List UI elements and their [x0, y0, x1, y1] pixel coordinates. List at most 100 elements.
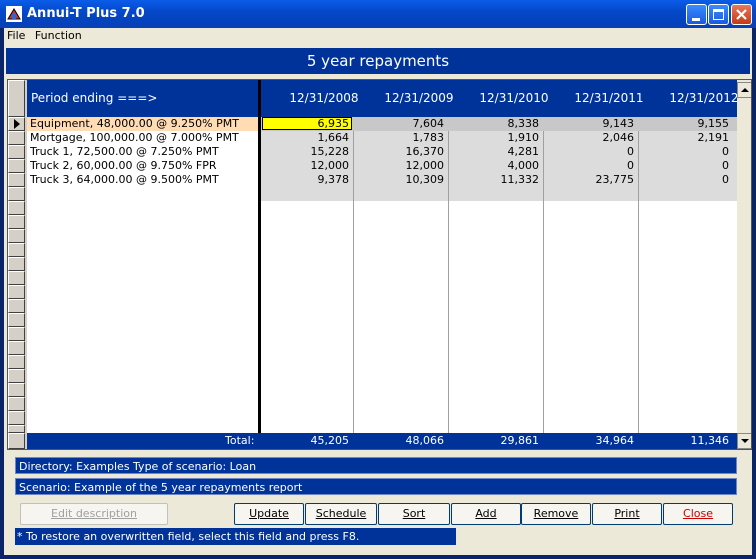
label-column-divider: [258, 80, 261, 449]
cell-value[interactable]: 11,332: [449, 173, 540, 187]
cell-value[interactable]: 1,664: [259, 131, 350, 145]
arrow-up-icon: [741, 88, 749, 92]
row-label: Truck 3, 64,000.00 @ 9.500% PMT: [30, 173, 219, 186]
row-selector[interactable]: [8, 229, 25, 243]
total-row: Total: 45,205 48,066 29,861 34,964 11,34…: [27, 433, 738, 449]
cell-value[interactable]: 1,910: [449, 131, 540, 145]
row-selector[interactable]: [8, 173, 25, 187]
minimize-icon: [692, 18, 700, 21]
menu-function[interactable]: Function: [32, 28, 85, 42]
menu-file[interactable]: File: [4, 28, 28, 42]
report-title: 5 year repayments: [6, 48, 750, 74]
column-header-date[interactable]: 12/31/2011: [563, 91, 655, 105]
total-value: 11,346: [690, 434, 730, 447]
row-selector[interactable]: [8, 369, 25, 383]
cell-value[interactable]: 4,281: [449, 145, 540, 159]
cell-value[interactable]: 12,000: [354, 159, 445, 173]
total-value: 34,964: [595, 434, 635, 447]
arrow-down-icon: [741, 439, 749, 443]
cell-value[interactable]: 7,604: [354, 117, 445, 131]
current-row-arrow-icon: [14, 119, 20, 129]
schedule-button[interactable]: Schedule: [305, 503, 377, 525]
row-selector-column: [8, 80, 27, 449]
row-selector[interactable]: [8, 397, 25, 411]
column-header-row: Period ending ===> 12/31/2008 12/31/2009…: [27, 80, 739, 117]
table-row[interactable]: Equipment, 48,000.00 @ 9.250% PMT 6,935 …: [27, 117, 738, 131]
close-icon: [736, 9, 747, 20]
cell-value[interactable]: 12,000: [259, 159, 350, 173]
row-selector[interactable]: [8, 117, 25, 131]
close-button[interactable]: Close: [663, 503, 733, 525]
cell-value[interactable]: 9,378: [259, 173, 350, 187]
directory-info-bar: Directory: Examples Type of scenario: Lo…: [15, 457, 737, 474]
row-selector[interactable]: [8, 327, 25, 341]
row-selector[interactable]: [8, 131, 25, 145]
total-value: 48,066: [405, 434, 445, 447]
cell-value[interactable]: 23,775: [544, 173, 635, 187]
scroll-down-button[interactable]: [737, 433, 751, 449]
cell-value[interactable]: 9,143: [544, 117, 635, 131]
cell-value[interactable]: 10,309: [354, 173, 445, 187]
cell-value[interactable]: 2,191: [639, 131, 730, 145]
row-selector[interactable]: [8, 187, 25, 201]
cell-value[interactable]: 0: [639, 145, 729, 159]
update-button[interactable]: Update: [234, 503, 304, 525]
cell-value[interactable]: 0: [544, 159, 634, 173]
edit-description-button[interactable]: Edit description: [20, 503, 168, 525]
cell-value[interactable]: 4,000: [449, 159, 540, 173]
total-label: Total:: [225, 434, 255, 447]
table-row[interactable]: Mortgage, 100,000.00 @ 7.000% PMT 1,664 …: [27, 131, 738, 145]
row-label: Mortgage, 100,000.00 @ 7.000% PMT: [30, 131, 239, 144]
row-selector[interactable]: [8, 271, 25, 285]
row-selector[interactable]: [8, 411, 25, 425]
cell-value[interactable]: 9,155: [639, 117, 730, 131]
cell-value[interactable]: 0: [544, 145, 634, 159]
row-label: Truck 1, 72,500.00 @ 7.250% PMT: [30, 145, 219, 158]
period-ending-label: Period ending ===>: [31, 91, 158, 105]
column-header-date[interactable]: 12/31/2008: [278, 91, 370, 105]
close-window-button[interactable]: [731, 4, 752, 25]
row-selector[interactable]: [8, 201, 25, 215]
cell-value[interactable]: 8,338: [449, 117, 540, 131]
maximize-button[interactable]: [708, 4, 729, 25]
scroll-up-button[interactable]: [737, 82, 751, 98]
table-row[interactable]: Truck 1, 72,500.00 @ 7.250% PMT 15,228 1…: [27, 145, 738, 159]
cell-value[interactable]: 0: [639, 173, 729, 187]
cell-value[interactable]: 0: [639, 159, 729, 173]
maximize-icon: [713, 9, 724, 20]
row-selector[interactable]: [8, 285, 25, 299]
cell-value[interactable]: 15,228: [259, 145, 350, 159]
row-selector[interactable]: [8, 215, 25, 229]
row-selector-total: [8, 433, 25, 449]
row-selector[interactable]: [8, 383, 25, 397]
menu-bar: File Function: [4, 28, 752, 44]
total-value: 29,861: [500, 434, 540, 447]
cell-value[interactable]: 6,935: [259, 117, 350, 131]
table-row[interactable]: Truck 2, 60,000.00 @ 9.750% FPR 12,000 1…: [27, 159, 738, 173]
print-button[interactable]: Print: [592, 503, 662, 525]
cell-value[interactable]: 16,370: [354, 145, 445, 159]
column-header-date[interactable]: 12/31/2010: [468, 91, 560, 105]
row-selector[interactable]: [8, 299, 25, 313]
scenario-info-bar: Scenario: Example of the 5 year repaymen…: [15, 478, 737, 495]
cell-value[interactable]: 2,046: [544, 131, 635, 145]
add-button[interactable]: Add: [451, 503, 521, 525]
minimize-button[interactable]: [686, 4, 707, 25]
row-label: Truck 2, 60,000.00 @ 9.750% FPR: [30, 159, 217, 172]
sort-button[interactable]: Sort: [378, 503, 450, 525]
repayment-grid: Period ending ===> 12/31/2008 12/31/2009…: [7, 79, 752, 450]
row-selector[interactable]: [8, 243, 25, 257]
row-selector[interactable]: [8, 145, 25, 159]
row-selector[interactable]: [8, 313, 25, 327]
row-selector[interactable]: [8, 355, 25, 369]
vertical-scrollbar[interactable]: [737, 80, 751, 449]
row-selector[interactable]: [8, 425, 25, 433]
column-header-date[interactable]: 12/31/2009: [373, 91, 465, 105]
row-selector[interactable]: [8, 159, 25, 173]
remove-button[interactable]: Remove: [521, 503, 591, 525]
cell-value[interactable]: 1,783: [354, 131, 445, 145]
row-selector[interactable]: [8, 341, 25, 355]
row-selector[interactable]: [8, 257, 25, 271]
row-label: Equipment, 48,000.00 @ 9.250% PMT: [30, 117, 239, 130]
table-row[interactable]: Truck 3, 64,000.00 @ 9.500% PMT 9,378 10…: [27, 173, 738, 187]
